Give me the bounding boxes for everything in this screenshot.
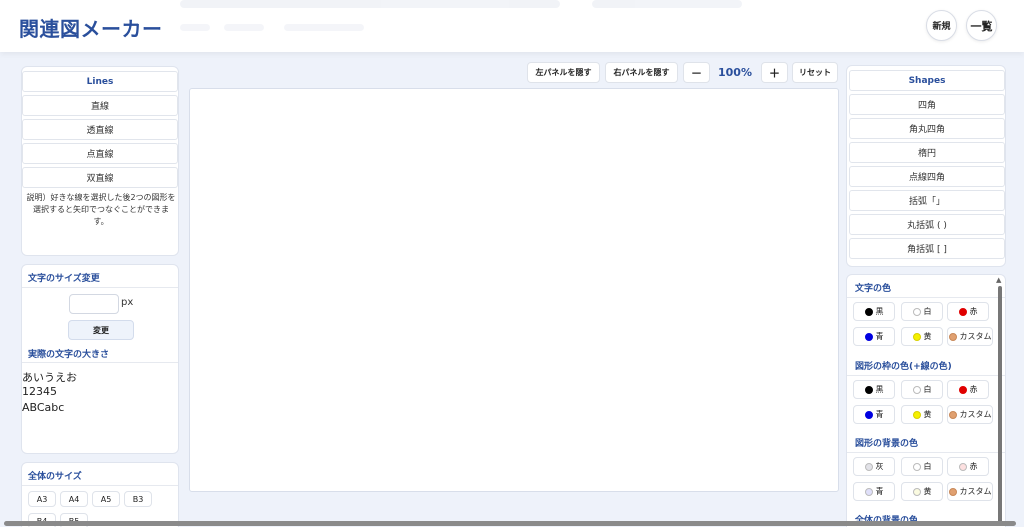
line-dotted-button[interactable]: 点直線 [22,143,178,164]
font-sample-numbers: 12345 [22,385,57,398]
scroll-thumb[interactable] [998,286,1002,526]
border-color-black-button[interactable]: 黒 [853,380,895,399]
font-sample-latin: ABCabc [22,401,65,414]
color-dot-icon [912,332,921,341]
border-color-yellow-button[interactable]: 黄 [901,405,943,424]
scroll-up-icon[interactable]: ▲ [996,276,1001,284]
shapes-panel: Shapes 四角 角丸四角 楕円 点線四角 括弧「」 丸括弧 ( ) 角括弧 … [846,65,1006,267]
color-dot-icon [948,332,957,341]
app-header: 関連図メーカー 新規 一覧 [0,0,1024,52]
horizontal-scrollbar[interactable] [4,521,1016,526]
text-color-custom-button[interactable]: カスタム [947,327,993,346]
font-size-panel: 文字のサイズ変更 px 変更 実際の文字の大きさ あいうえお 12345 ABC… [21,264,179,454]
font-size-change-button[interactable]: 変更 [68,320,134,340]
text-color-blue-button[interactable]: 青 [853,327,895,346]
color-dot-icon [864,462,873,471]
new-button[interactable]: 新規 [926,10,957,41]
color-dot-icon [958,385,967,394]
bg-color-blue-button[interactable]: 青 [853,482,895,501]
hide-right-panel-button[interactable]: 右パネルを隠す [605,62,678,83]
zoom-out-button[interactable]: － [683,62,710,83]
shape-square-bracket-button[interactable]: 角括弧 [ ] [849,238,1005,259]
color-dot-icon [864,307,873,316]
shape-rect-button[interactable]: 四角 [849,94,1005,115]
line-transparent-button[interactable]: 透直線 [22,119,178,140]
reset-button[interactable]: リセット [792,62,838,83]
size-a4-button[interactable]: A4 [60,491,88,507]
color-dot-icon [864,332,873,341]
shape-dotted-rect-button[interactable]: 点線四角 [849,166,1005,187]
text-color-white-button[interactable]: 白 [901,302,943,321]
color-dot-icon [948,410,957,419]
shape-kagikakko-button[interactable]: 括弧「」 [849,190,1005,211]
text-color-yellow-button[interactable]: 黄 [901,327,943,346]
color-dot-icon [912,462,921,471]
color-dot-icon [864,410,873,419]
lines-heading: Lines [22,71,178,92]
size-a3-button[interactable]: A3 [28,491,56,507]
drawing-canvas[interactable] [189,88,839,492]
color-dot-icon [958,462,967,471]
text-color-black-button[interactable]: 黒 [853,302,895,321]
colors-panel-scrollbar[interactable]: ▲ [996,276,1003,526]
font-sample-hiragana: あいうえお [22,371,77,384]
size-a5-button[interactable]: A5 [92,491,120,507]
color-dot-icon [958,307,967,316]
shape-ellipse-button[interactable]: 楕円 [849,142,1005,163]
list-button[interactable]: 一覧 [966,10,997,41]
shape-parenthesis-button[interactable]: 丸括弧 ( ) [849,214,1005,235]
bg-color-yellow-button[interactable]: 黄 [901,482,943,501]
zoom-level: 100% [718,66,752,79]
shape-rounded-rect-button[interactable]: 角丸四角 [849,118,1005,139]
zoom-in-button[interactable]: ＋ [761,62,788,83]
actual-font-size-title: 実際の文字の大きさ [28,350,110,360]
overall-size-title: 全体のサイズ [28,472,82,482]
color-dot-icon [912,410,921,419]
text-color-title: 文字の色 [855,284,892,294]
bg-color-white-button[interactable]: 白 [901,457,943,476]
color-dot-icon [864,385,873,394]
line-double-button[interactable]: 双直線 [22,167,178,188]
line-straight-button[interactable]: 直線 [22,95,178,116]
color-dot-icon [912,385,921,394]
border-color-blue-button[interactable]: 青 [853,405,895,424]
app-title: 関連図メーカー [19,17,163,41]
size-b3-button[interactable]: B3 [124,491,152,507]
lines-explanation: 説明）好きな線を選択した後2つの図形を選択すると矢印でつなぐことができます。 [26,193,176,226]
hide-left-panel-button[interactable]: 左パネルを隠す [527,62,600,83]
font-size-unit: px [121,297,134,308]
header-faded-overlay [172,0,872,40]
bg-color-title: 図形の背景の色 [855,439,919,449]
font-size-input[interactable] [69,294,119,314]
lines-panel: Lines 直線 透直線 点直線 双直線 説明）好きな線を選択した後2つの図形を… [21,66,179,256]
font-size-title: 文字のサイズ変更 [28,274,100,284]
border-color-white-button[interactable]: 白 [901,380,943,399]
bg-color-custom-button[interactable]: カスタム [947,482,993,501]
border-color-red-button[interactable]: 赤 [947,380,989,399]
border-color-custom-button[interactable]: カスタム [947,405,993,424]
color-dot-icon [864,487,873,496]
text-color-red-button[interactable]: 赤 [947,302,989,321]
border-color-title: 図形の枠の色(+線の色) [855,362,952,372]
color-dot-icon [912,307,921,316]
overall-size-panel: 全体のサイズ A3 A4 A5 B3 B4 B5 [21,462,179,527]
color-dot-icon [948,487,957,496]
bg-color-gray-button[interactable]: 灰 [853,457,895,476]
colors-panel: 文字の色 黒 白 赤 青 黄 カスタム 図形の枠の色(+線の色) 黒 白 赤 青… [846,274,1006,527]
shapes-heading: Shapes [849,70,1005,91]
color-dot-icon [912,487,921,496]
bg-color-red-button[interactable]: 赤 [947,457,989,476]
